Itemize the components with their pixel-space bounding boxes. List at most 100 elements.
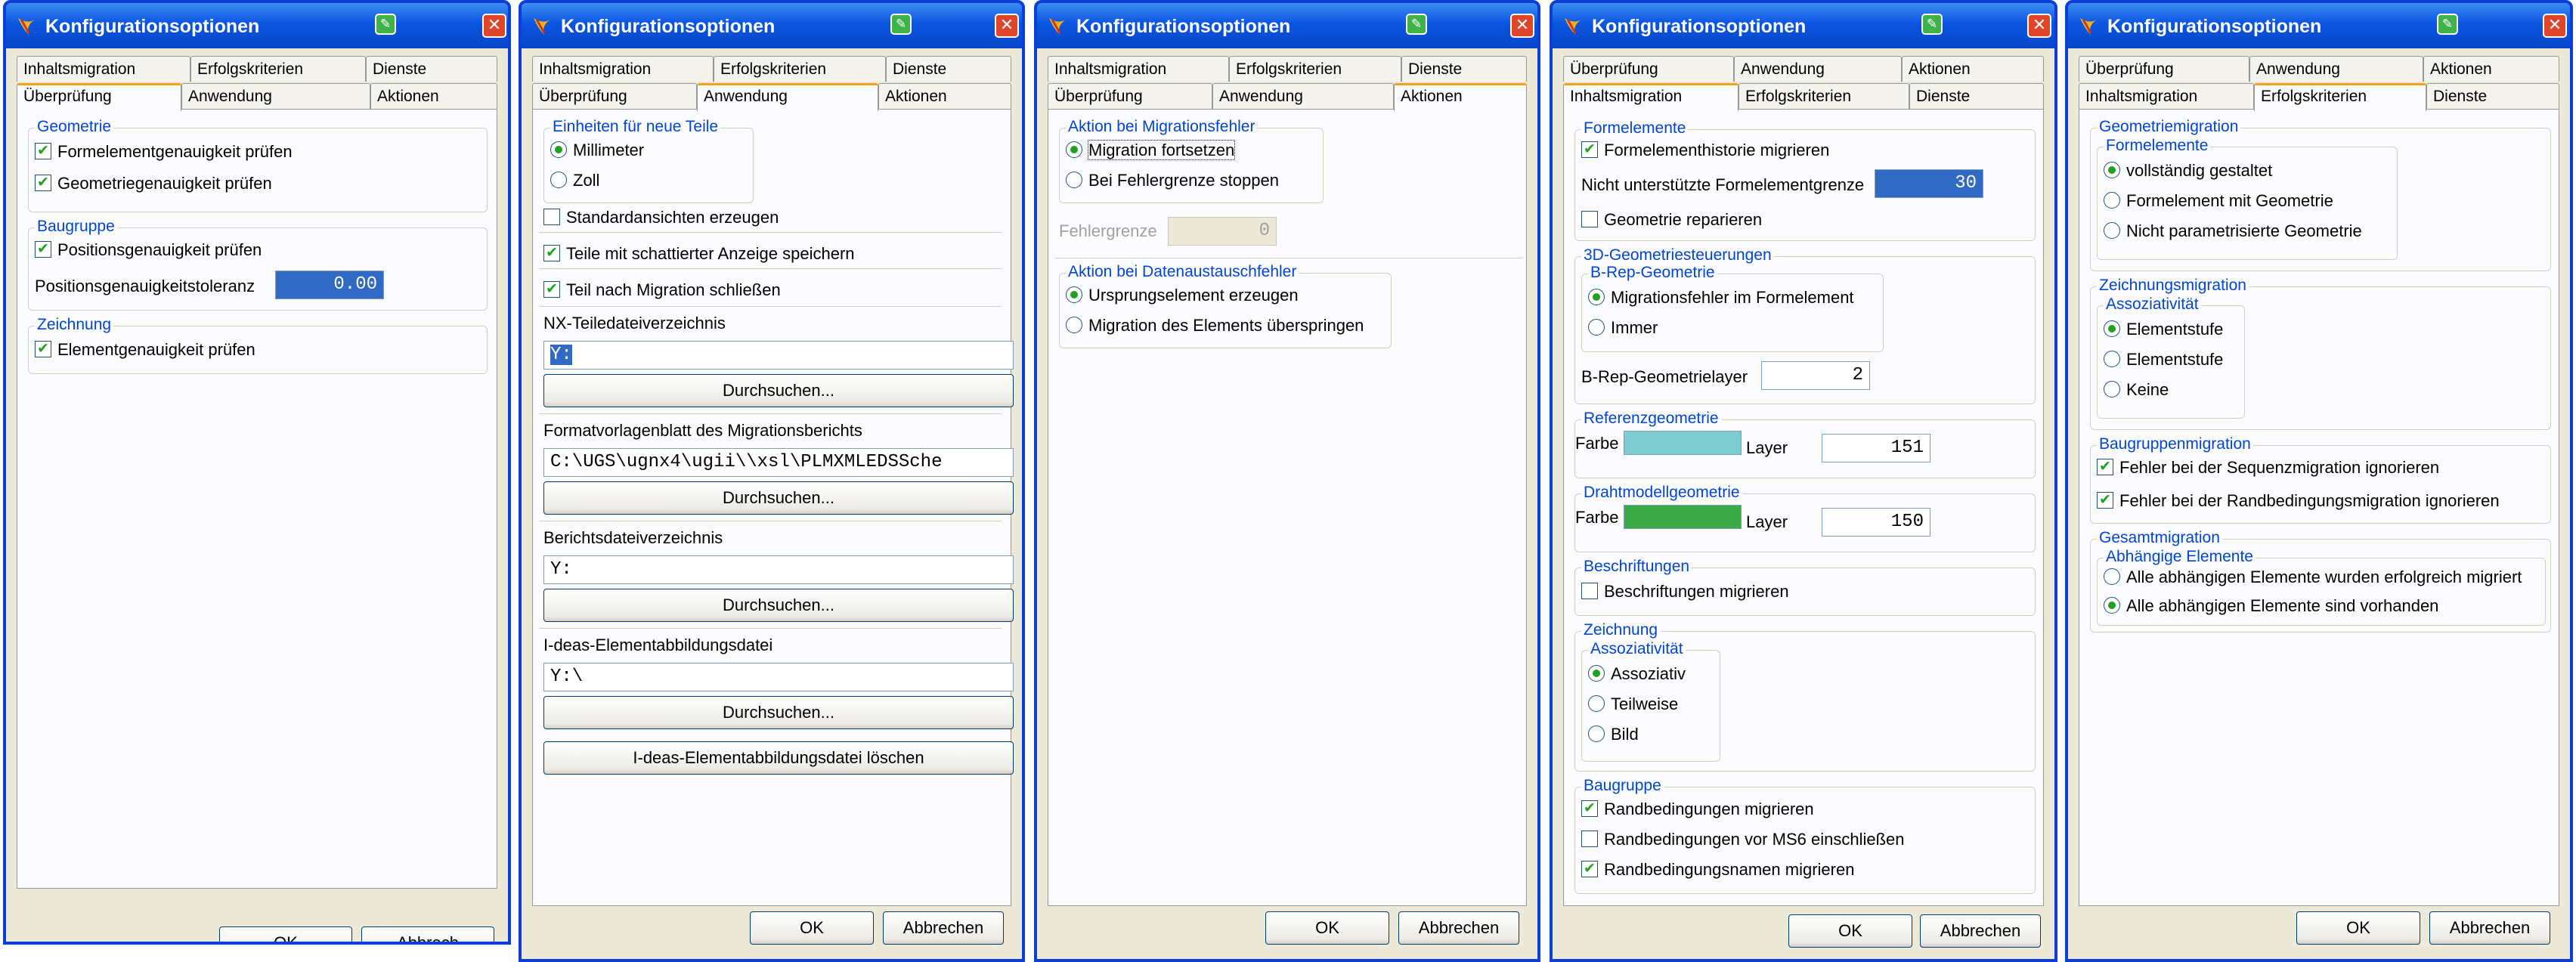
tab-anwendung[interactable]: Anwendung (1734, 56, 1902, 82)
help-icon[interactable]: ✎ (375, 14, 396, 35)
fehler-formelement-radio[interactable]: Migrationsfehler im Formelement (1588, 286, 1854, 309)
beschriftungen-check[interactable]: Beschriftungen migrieren (1581, 580, 1789, 603)
title-bar[interactable]: Konfigurationsoptionen ✎ ✕ (2068, 3, 2570, 48)
tab-ueberpruefung[interactable]: Überprüfung (17, 83, 181, 111)
title-bar[interactable]: Konfigurationsoptionen ✎ ✕ (1553, 3, 2054, 48)
tab-erfolgskriterien[interactable]: Erfolgskriterien (2254, 83, 2426, 111)
millimeter-radio[interactable]: Millimeter (550, 139, 644, 162)
tab-inhaltsmigration[interactable]: Inhaltsmigration (17, 56, 190, 82)
position-check[interactable]: ✔ Positionsgenauigkeit prüfen (35, 239, 262, 261)
format-browse-button[interactable]: Durchsuchen... (543, 481, 1014, 515)
tab-anwendung[interactable]: Anwendung (2249, 56, 2423, 82)
elementstufe-radio-2[interactable]: Elementstufe (2104, 348, 2223, 371)
title-bar[interactable]: Konfigurationsoptionen ✎ ✕ (6, 3, 508, 48)
cancel-button[interactable]: Abbrechen (1398, 911, 1519, 945)
erfolgreich-radio[interactable]: Alle abhängigen Elemente wurden erfolgre… (2104, 566, 2522, 589)
formelement-check[interactable]: ✔ Formelementgenauigkeit prüfen (35, 141, 293, 163)
tab-ueberpruefung[interactable]: Überprüfung (532, 83, 697, 109)
teilweise-radio[interactable]: Teilweise (1588, 693, 1678, 716)
tab-aktionen[interactable]: Aktionen (1394, 83, 1527, 111)
close-icon[interactable]: ✕ (995, 14, 1019, 38)
stoppen-radio[interactable]: Bei Fehlergrenze stoppen (1066, 169, 1279, 192)
standardansichten-check[interactable]: Standardansichten erzeugen (543, 206, 779, 229)
tab-anwendung[interactable]: Anwendung (181, 83, 370, 109)
draht-color-swatch[interactable] (1624, 505, 1742, 529)
grenze-input[interactable]: 30 (1875, 169, 1983, 198)
namen-check[interactable]: ✔ Randbedingungsnamen migrieren (1581, 858, 1854, 881)
brep-layer-input[interactable]: 2 (1761, 361, 1870, 390)
tab-aktionen[interactable]: Aktionen (370, 83, 497, 109)
close-icon[interactable]: ✕ (482, 14, 506, 38)
bild-radio[interactable]: Bild (1588, 723, 1639, 746)
vorhanden-radio[interactable]: Alle abhängigen Elemente sind vorhanden (2104, 595, 2438, 617)
ideas-path-input[interactable]: Y:\ (543, 663, 1014, 691)
schattiert-check[interactable]: ✔ Teile mit schattierter Anzeige speicher… (543, 243, 855, 265)
ok-button[interactable]: OK (2296, 911, 2420, 945)
tab-ueberpruefung[interactable]: Überprüfung (2079, 56, 2249, 82)
ueberspringen-radio[interactable]: Migration des Elements überspringen (1066, 314, 1364, 337)
ideas-browse-button[interactable]: Durchsuchen... (543, 696, 1014, 729)
schliessen-check[interactable]: ✔ Teil nach Migration schließen (543, 279, 781, 302)
tab-anwendung[interactable]: Anwendung (1212, 83, 1394, 109)
ms6-check[interactable]: Randbedingungen vor MS6 einschließen (1581, 828, 1904, 851)
tab-inhaltsmigration[interactable]: Inhaltsmigration (1563, 83, 1738, 111)
help-icon[interactable]: ✎ (890, 14, 912, 35)
help-icon[interactable]: ✎ (1406, 14, 1427, 35)
randbed-check[interactable]: ✔ Randbedingungen migrieren (1581, 798, 1814, 821)
ok-button[interactable]: OK (219, 926, 352, 942)
referenz-layer-input[interactable]: 151 (1822, 434, 1930, 462)
historie-check[interactable]: ✔ Formelementhistorie migrieren (1581, 139, 1829, 162)
tab-aktionen[interactable]: Aktionen (878, 83, 1011, 109)
cancel-button[interactable]: Abbrechen (1920, 914, 2041, 948)
reparieren-check[interactable]: Geometrie reparieren (1581, 209, 1762, 231)
tab-dienste[interactable]: Dienste (2426, 83, 2559, 109)
tab-erfolgskriterien[interactable]: Erfolgskriterien (1229, 56, 1401, 82)
title-bar[interactable]: Konfigurationsoptionen ✎ ✕ (1037, 3, 1537, 48)
ideas-delete-button[interactable]: I-deas-Elementabbildungsdatei löschen (543, 741, 1014, 775)
assoziativ-radio[interactable]: Assoziativ (1588, 663, 1686, 685)
tab-inhaltsmigration[interactable]: Inhaltsmigration (2079, 83, 2254, 109)
tab-aktionen[interactable]: Aktionen (1902, 56, 2044, 82)
tab-dienste[interactable]: Dienste (1909, 83, 2044, 109)
nx-path-input[interactable]: Y: (543, 341, 1014, 370)
tab-dienste[interactable]: Dienste (366, 56, 497, 82)
referenz-color-swatch[interactable] (1624, 431, 1742, 455)
keine-radio[interactable]: Keine (2104, 379, 2169, 401)
cancel-button[interactable]: Abbrechen (883, 911, 1004, 945)
help-icon[interactable]: ✎ (2437, 14, 2458, 35)
elementstufe-radio-1[interactable]: Elementstufe (2104, 318, 2223, 341)
close-icon[interactable]: ✕ (2543, 14, 2567, 38)
bericht-path-input[interactable]: Y: (543, 555, 1014, 584)
title-bar[interactable]: Konfigurationsoptionen ✎ ✕ (522, 3, 1022, 48)
help-icon[interactable]: ✎ (1921, 14, 1943, 35)
tab-ueberpruefung[interactable]: Überprüfung (1048, 83, 1212, 109)
tab-dienste[interactable]: Dienste (1401, 56, 1527, 82)
close-icon[interactable]: ✕ (1510, 14, 1534, 38)
nicht-param-radio[interactable]: Nicht parametrisierte Geometrie (2104, 220, 2362, 243)
tab-inhaltsmigration[interactable]: Inhaltsmigration (1048, 56, 1229, 82)
randbed-check[interactable]: ✔ Fehler bei der Randbedingungsmigration … (2097, 490, 2500, 512)
zoll-radio[interactable]: Zoll (550, 169, 599, 192)
sequenz-check[interactable]: ✔ Fehler bei der Sequenzmigration ignorie… (2097, 456, 2439, 479)
tab-erfolgskriterien[interactable]: Erfolgskriterien (1738, 83, 1909, 109)
cancel-button[interactable]: Abbrechen (2429, 911, 2550, 945)
nx-browse-button[interactable]: Durchsuchen... (543, 374, 1014, 407)
tab-aktionen[interactable]: Aktionen (2423, 56, 2559, 82)
cancel-button[interactable]: Abbrech (361, 926, 494, 942)
fortsetzen-radio[interactable]: Migration fortsetzen (1066, 139, 1236, 162)
geometrie-check[interactable]: ✔ Geometriegenauigkeit prüfen (35, 172, 272, 195)
element-check[interactable]: ✔ Elementgenauigkeit prüfen (35, 339, 255, 361)
tab-erfolgskriterien[interactable]: Erfolgskriterien (714, 56, 886, 82)
tab-dienste[interactable]: Dienste (886, 56, 1011, 82)
ok-button[interactable]: OK (750, 911, 874, 945)
format-path-input[interactable]: C:\UGS\ugnx4\ugii\\xsl\PLMXMLEDSSche (543, 448, 1014, 477)
ok-button[interactable]: OK (1788, 914, 1912, 948)
immer-radio[interactable]: Immer (1588, 317, 1658, 339)
close-icon[interactable]: ✕ (2027, 14, 2051, 38)
vollstaendig-radio[interactable]: vollständig gestaltet (2104, 159, 2272, 182)
fehlergrenze-input[interactable]: 0 (1168, 217, 1277, 246)
tab-ueberpruefung[interactable]: Überprüfung (1563, 56, 1734, 82)
ok-button[interactable]: OK (1265, 911, 1389, 945)
ursprung-radio[interactable]: Ursprungselement erzeugen (1066, 284, 1299, 307)
tab-inhaltsmigration[interactable]: Inhaltsmigration (532, 56, 714, 82)
